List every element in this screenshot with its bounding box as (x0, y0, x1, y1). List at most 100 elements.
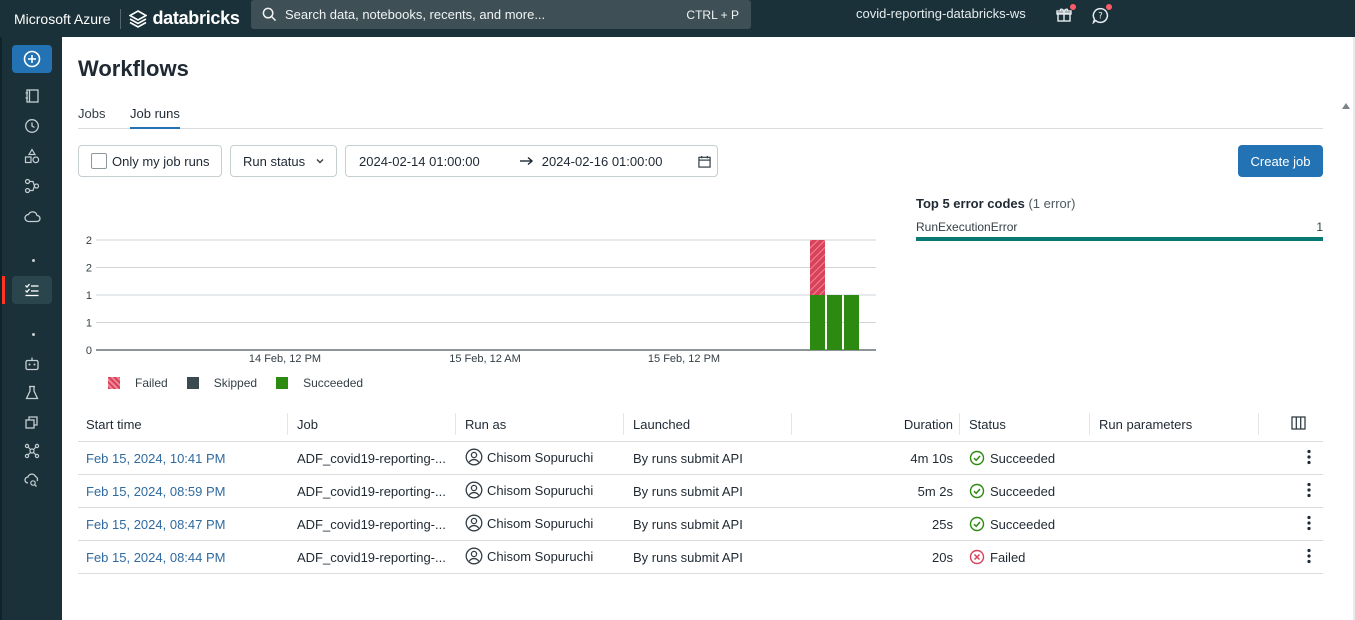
legend-swatch (186, 377, 199, 389)
notification-dot (1070, 4, 1076, 10)
x-axis-ticks: 14 Feb, 12 PM 15 Feb, 12 AM 15 Feb, 12 PM (249, 353, 720, 365)
flask-icon (25, 385, 39, 400)
duration: 4m 10s (910, 451, 953, 466)
table-row[interactable]: Feb 15, 2024, 08:44 PM ADF_covid19-report… (78, 541, 1323, 574)
bar-failed[interactable] (810, 240, 825, 295)
workspace-switcher[interactable]: covid-reporting-databricks-ws (856, 6, 1026, 21)
run-status-dropdown[interactable]: Run status (230, 145, 337, 177)
tab-job-runs[interactable]: Job runs (130, 106, 180, 129)
y-tick-label: 1 (86, 318, 92, 330)
table-body: Feb 15, 2024, 10:41 PM ADF_covid19-report… (78, 442, 1323, 574)
sidebar-item-catalog[interactable] (12, 142, 52, 170)
databricks-logo-icon (129, 9, 148, 28)
check-circle-icon (969, 450, 985, 466)
scroll-up-arrow-icon[interactable] (1342, 103, 1350, 109)
legend-label: Skipped (213, 376, 258, 390)
column-divider[interactable] (1089, 413, 1090, 435)
legend-swatch (276, 377, 289, 389)
launched-by: By runs submit API (633, 550, 743, 565)
cloud-icon (23, 211, 41, 223)
status-badge: Succeeded (969, 483, 1055, 499)
date-to[interactable]: 2024-02-16 01:00:00 (542, 154, 663, 169)
gift-icon[interactable] (1054, 4, 1076, 25)
top-bar: Microsoft Azure databricks Search data, … (0, 0, 1355, 37)
bar-succeeded[interactable] (810, 295, 825, 350)
table-row[interactable]: Feb 15, 2024, 08:59 PM ADF_covid19-report… (78, 475, 1323, 508)
user-avatar-icon (465, 514, 483, 532)
page-title: Workflows (78, 56, 189, 81)
sidebar-item-ml-serving[interactable] (12, 350, 52, 378)
only-my-runs-checkbox[interactable]: Only my job runs (78, 145, 222, 177)
date-range-picker[interactable]: 2024-02-14 01:00:00 2024-02-16 01:00:00 (345, 145, 718, 177)
column-divider[interactable] (455, 413, 456, 435)
sidebar-item-models[interactable] (12, 437, 52, 465)
sidebar-item-workspace[interactable] (12, 82, 52, 110)
start-time-link[interactable]: Feb 15, 2024, 08:47 PM (86, 517, 225, 532)
robot-icon (25, 357, 39, 371)
column-launched[interactable]: Launched (633, 417, 690, 432)
run-as-user: Chisom Sopuruchi (487, 482, 594, 498)
column-run-parameters[interactable]: Run parameters (1099, 417, 1192, 432)
legend-item-skipped[interactable]: Skipped (186, 376, 258, 390)
cloud-search-icon (24, 473, 39, 487)
bar-succeeded[interactable] (844, 295, 859, 350)
columns-settings-icon[interactable] (1291, 416, 1306, 430)
date-from[interactable]: 2024-02-14 01:00:00 (359, 154, 480, 169)
column-divider[interactable] (623, 413, 624, 435)
checkbox-box[interactable] (91, 153, 107, 169)
kebab-menu-icon[interactable] (1307, 515, 1311, 531)
column-run-as[interactable]: Run as (465, 417, 506, 432)
job-name[interactable]: ADF_covid19-reporting-... (297, 484, 446, 499)
y-tick-label: 1 (86, 290, 92, 302)
job-runs-chart: 2 2 1 1 0 14 Feb, 12 PM 15 Feb, 12 AM 15 Feb, … (86, 235, 876, 365)
run-as-cell: Chisom Sopuruchi (465, 547, 593, 565)
help-icon[interactable]: ? (1090, 4, 1112, 25)
start-time-link[interactable]: Feb 15, 2024, 10:41 PM (86, 451, 225, 466)
table-row[interactable]: Feb 15, 2024, 10:41 PM ADF_covid19-report… (78, 442, 1323, 475)
sidebar-item-marketplace[interactable] (12, 466, 52, 494)
global-search[interactable]: Search data, notebooks, recents, and mor… (251, 0, 751, 29)
sidebar-item-compute[interactable] (12, 202, 52, 230)
legend-label: Succeeded (303, 376, 364, 390)
kebab-menu-icon[interactable] (1307, 482, 1311, 498)
sidebar-item-features[interactable] (12, 408, 52, 436)
legend-item-failed[interactable]: Failed (108, 376, 168, 390)
azure-brand[interactable]: Microsoft Azure (14, 11, 110, 27)
launched-by: By runs submit API (633, 451, 743, 466)
user-avatar-icon (465, 547, 483, 565)
new-button[interactable] (12, 45, 52, 73)
bar-succeeded[interactable] (827, 295, 842, 350)
databricks-logo[interactable]: databricks (129, 8, 240, 29)
error-code-count: 1 (1316, 220, 1323, 234)
job-name[interactable]: ADF_covid19-reporting-... (297, 550, 446, 565)
create-job-button[interactable]: Create job (1238, 145, 1323, 177)
kebab-menu-icon[interactable] (1307, 548, 1311, 564)
column-duration[interactable]: Duration (904, 417, 953, 432)
sidebar-item-workflows-pipelines[interactable] (12, 172, 52, 200)
column-divider[interactable] (791, 413, 792, 435)
column-divider[interactable] (287, 413, 288, 435)
legend-label: Failed (135, 376, 168, 390)
chart-legend: Failed Skipped Succeeded (108, 376, 382, 390)
column-divider[interactable] (959, 413, 960, 435)
tab-jobs[interactable]: Jobs (78, 106, 105, 127)
job-name[interactable]: ADF_covid19-reporting-... (297, 451, 446, 466)
job-name[interactable]: ADF_covid19-reporting-... (297, 517, 446, 532)
kebab-menu-icon[interactable] (1307, 449, 1311, 465)
error-code-item[interactable]: RunExecutionError 1 (916, 220, 1323, 234)
column-status[interactable]: Status (969, 417, 1006, 432)
start-time-link[interactable]: Feb 15, 2024, 08:59 PM (86, 484, 225, 499)
sidebar-item-recents[interactable] (12, 112, 52, 140)
legend-item-succeeded[interactable]: Succeeded (276, 376, 363, 390)
sidebar-item-experiments[interactable] (12, 379, 52, 407)
column-job[interactable]: Job (297, 417, 318, 432)
column-divider[interactable] (1258, 413, 1259, 435)
sidebar-item-workflows[interactable] (12, 276, 52, 304)
arrow-right-icon (519, 156, 534, 166)
start-time-link[interactable]: Feb 15, 2024, 08:44 PM (86, 550, 225, 565)
launched-by: By runs submit API (633, 484, 743, 499)
table-row[interactable]: Feb 15, 2024, 08:47 PM ADF_covid19-report… (78, 508, 1323, 541)
column-start-time[interactable]: Start time (86, 417, 142, 432)
run-as-user: Chisom Sopuruchi (487, 515, 594, 531)
calendar-icon[interactable] (698, 155, 712, 168)
